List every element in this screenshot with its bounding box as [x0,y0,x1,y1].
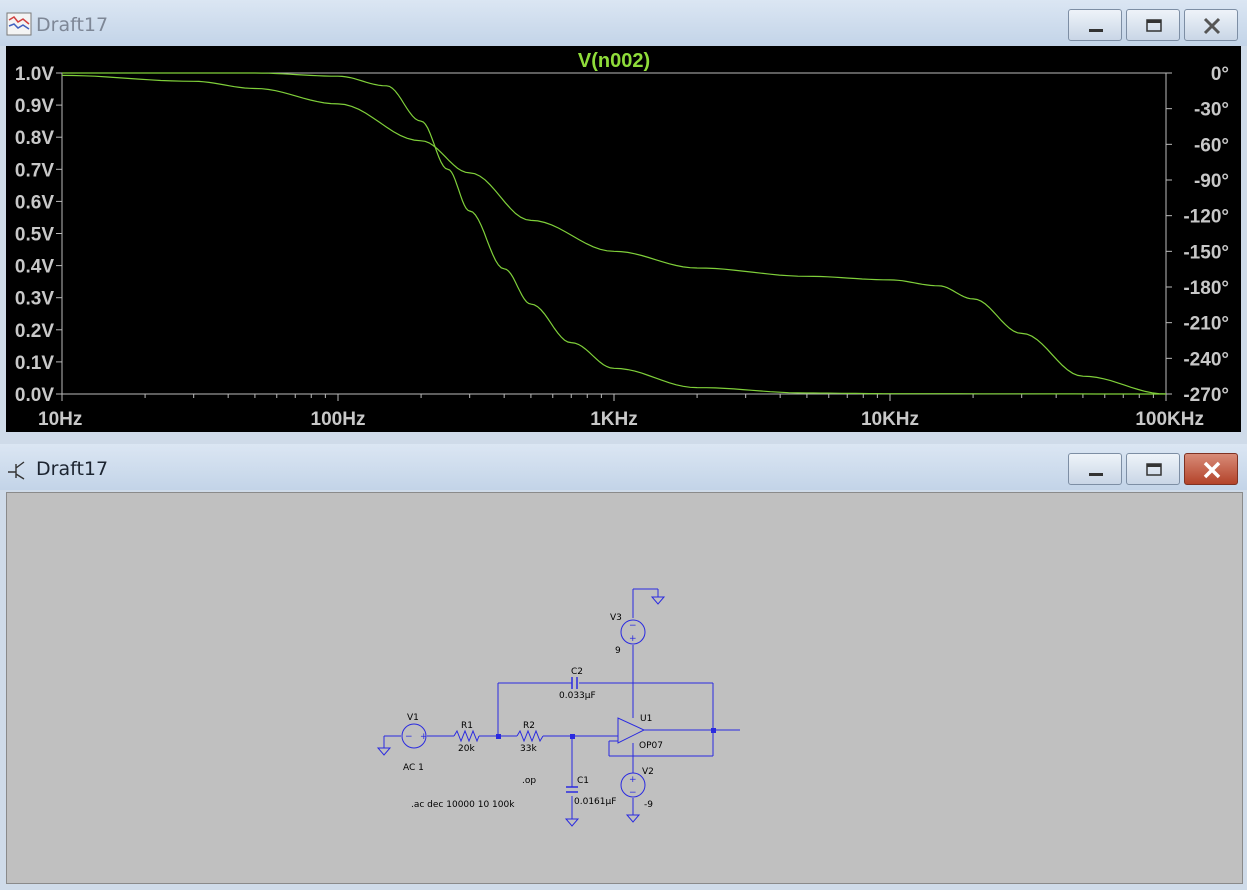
y-right-tick-label[interactable]: -30° [1194,100,1229,121]
r1-resistor-symbol[interactable] [453,729,480,743]
schematic-app-icon [8,461,25,480]
r2-value[interactable]: 33k [520,744,537,754]
schematic-window: Draft17 + − − + + − V1 AC 1 R1 20k R2 33… [0,444,1247,890]
y-left-tick-label[interactable]: 0.9V [15,96,54,117]
y-left-tick-label[interactable]: 0.6V [15,192,54,213]
y-left-tick-label[interactable]: 0.4V [15,257,54,278]
x-tick-label[interactable]: 1KHz [590,409,638,430]
y-left-tick-label[interactable]: 0.0V [15,385,54,406]
v1-value[interactable]: AC 1 [403,763,424,773]
close-button[interactable] [1184,453,1238,485]
v3-label[interactable]: V3 [610,613,622,623]
y-right-tick-label[interactable]: -240° [1183,349,1229,370]
y-right-tick-label[interactable]: -270° [1183,385,1229,406]
close-icon [1203,461,1221,479]
schematic-window-title: Draft17 [36,458,109,480]
r1-label[interactable]: R1 [461,721,473,731]
y-left-tick-label[interactable]: 1.0V [15,64,54,85]
x-tick-label[interactable]: 100KHz [1135,409,1204,430]
close-button[interactable] [1184,9,1238,41]
y-left-tick-label[interactable]: 0.2V [15,321,54,342]
close-icon [1203,17,1221,35]
y-left-tick-label[interactable]: 0.7V [15,160,54,181]
y-right-tick-label[interactable]: 0° [1211,64,1229,85]
x-tick-label[interactable]: 100Hz [311,409,366,430]
v1-label[interactable]: V1 [407,713,419,723]
maximize-button[interactable] [1126,9,1180,41]
traces[interactable] [61,72,1167,395]
r2-label[interactable]: R2 [523,721,535,731]
x-tick-label[interactable]: 10Hz [38,409,82,430]
c1-label[interactable]: C1 [577,776,589,786]
minimize-button[interactable] [1068,453,1122,485]
schematic-titlebar[interactable]: Draft17 [0,444,1247,490]
y-right-tick-label[interactable]: -120° [1183,207,1229,228]
svg-text:+: + [420,732,428,742]
c1-value[interactable]: 0.0161µF [574,797,616,807]
svg-text:−: − [629,621,637,631]
u1-value[interactable]: OP07 [639,741,663,751]
x-tick-label[interactable]: 10KHz [861,409,919,430]
minimize-icon [1089,473,1103,476]
v2-label[interactable]: V2 [642,767,654,777]
c2-label[interactable]: C2 [571,667,583,677]
u1-label[interactable]: U1 [640,714,652,724]
waveform-titlebar[interactable]: Draft17 [0,0,1247,46]
y-left-tick-label[interactable]: 0.3V [15,289,54,310]
y-left-tick-label[interactable]: 0.1V [15,353,54,374]
restore-icon [1146,463,1162,476]
y-right-tick-label[interactable]: -60° [1194,135,1229,156]
op-directive[interactable]: .op [522,776,536,786]
y-right-tick-label[interactable]: -210° [1183,314,1229,335]
v2-value[interactable]: -9 [644,800,653,810]
y-left-tick-label[interactable]: 0.5V [15,225,54,246]
magnitude-trace[interactable] [62,72,1166,395]
axes: 1.0V 0.9V 0.8V 0.7V 0.6V 0.5V 0.4V 0.3V 0.2V 0.1V… [15,64,1229,430]
wires [376,588,740,827]
svg-text:−: − [405,732,413,742]
waveform-window-title: Draft17 [36,14,109,36]
phase-trace[interactable] [61,74,1167,395]
y-right-tick-label[interactable]: -180° [1183,278,1229,299]
waveform-plot-pane[interactable]: 1.0V 0.9V 0.8V 0.7V 0.6V 0.5V 0.4V 0.3V 0.2V 0.1V… [6,46,1241,432]
r1-value[interactable]: 20k [458,744,475,754]
svg-text:−: − [629,788,637,798]
maximize-button[interactable] [1126,453,1180,485]
y-right-tick-label[interactable]: -150° [1183,242,1229,263]
ac-directive[interactable]: .ac dec 10000 10 100k [411,800,515,810]
polarity-marks: +− −+ +− [405,621,637,798]
y-left-tick-label[interactable]: 0.8V [15,128,54,149]
schematic-frame: + − − + + − V1 AC 1 R1 20k R2 33k C1 0.0… [0,490,1247,890]
svg-text:+: + [629,634,637,644]
c2-value[interactable]: 0.033µF [559,691,596,701]
minimize-icon [1089,29,1103,32]
waveform-app-icon [6,12,32,36]
voltage-sources[interactable] [401,619,646,798]
plot-frame [61,72,1167,395]
minimize-button[interactable] [1068,9,1122,41]
restore-icon [1146,19,1162,32]
schematic-drawing[interactable]: +− −+ +− V1 AC 1 R1 20k R2 33k C1 0.0161… [7,493,1242,883]
v3-value[interactable]: 9 [615,646,621,656]
y-right-tick-label[interactable]: -90° [1194,171,1229,192]
waveform-window: Draft17 1.0V 0.9V 0.8V 0.7V 0.6V 0.5V 0.4V 0.3V… [0,0,1247,440]
schematic-canvas[interactable]: + − − + + − V1 AC 1 R1 20k R2 33k C1 0.0… [6,492,1243,884]
svg-text:+: + [629,775,637,785]
bode-plot[interactable]: 1.0V 0.9V 0.8V 0.7V 0.6V 0.5V 0.4V 0.3V 0.2V 0.1V… [6,46,1241,432]
trace-title[interactable]: V(n002) [578,50,650,72]
r2-resistor-symbol[interactable] [516,729,544,743]
